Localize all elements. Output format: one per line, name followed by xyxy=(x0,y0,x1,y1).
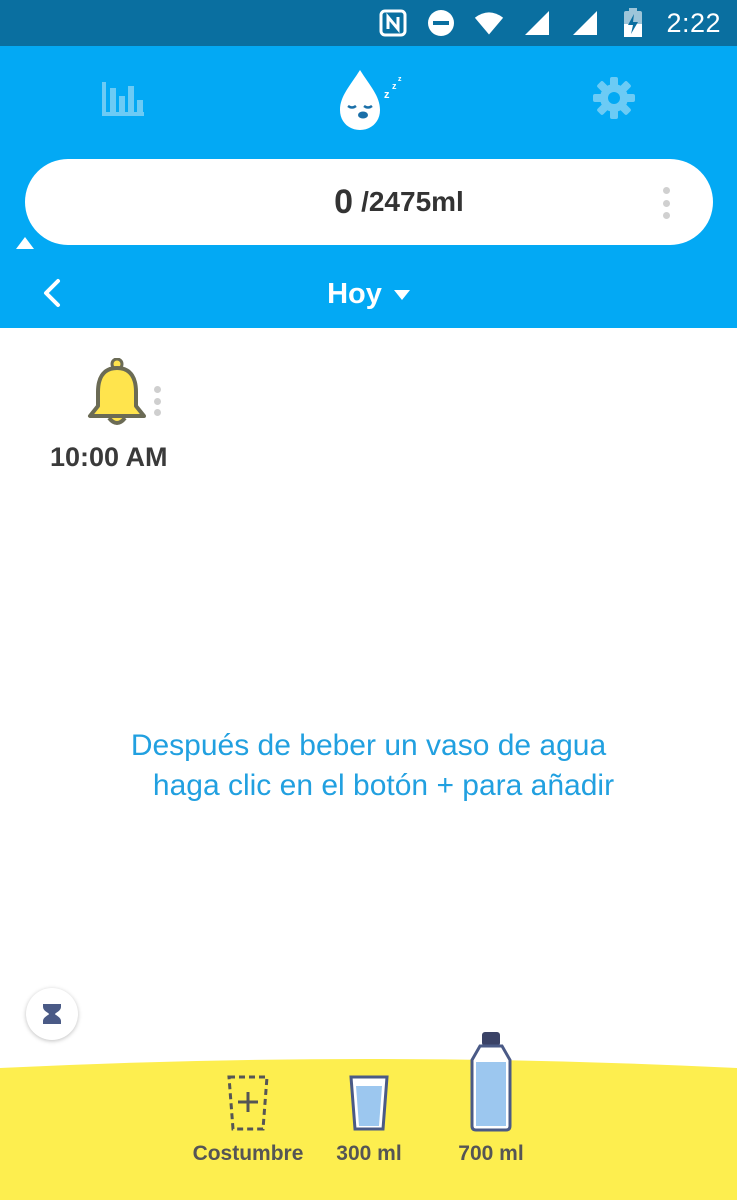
signal-icon xyxy=(570,8,600,38)
svg-text:z: z xyxy=(392,81,397,91)
custom-cup-icon xyxy=(227,1075,269,1131)
intake-current: 0 xyxy=(334,182,354,221)
cup-700ml-button[interactable]: 700 ml xyxy=(448,1030,534,1166)
caret-down-icon xyxy=(393,290,410,300)
wifi-icon xyxy=(474,8,504,38)
battery-charging-icon xyxy=(618,8,648,38)
do-not-disturb-icon xyxy=(426,8,456,38)
glass-icon xyxy=(349,1075,389,1131)
hint-line-2: haga clic en el botón + para añadir xyxy=(152,769,615,802)
hourglass-icon xyxy=(43,1004,61,1024)
reminder-more-icon[interactable] xyxy=(152,386,162,416)
svg-text:z: z xyxy=(398,76,402,83)
cup-custom-button[interactable]: Costumbre xyxy=(186,1074,310,1166)
hourglass-button[interactable] xyxy=(26,988,78,1040)
header: z z z 0 /2475ml Hoy xyxy=(0,46,737,328)
reminder-item[interactable]: 10:00 AM xyxy=(50,357,210,478)
nfc-icon xyxy=(378,8,408,38)
date-selector[interactable]: Hoy xyxy=(0,274,737,314)
intake-progress-bar[interactable]: 0 /2475ml xyxy=(25,159,713,245)
bar-chart-icon[interactable] xyxy=(100,78,146,118)
signal-icon xyxy=(522,8,552,38)
add-drink-hint: Después de beber un vaso de agua haga cl… xyxy=(0,726,737,806)
bell-icon xyxy=(86,357,148,428)
intake-target: /2475ml xyxy=(361,186,464,217)
more-options-icon[interactable] xyxy=(661,187,671,219)
status-bar: 2:22 xyxy=(0,0,737,46)
hint-line-1: Después de beber un vaso de agua xyxy=(130,729,607,762)
reminder-time: 10:00 AM xyxy=(50,442,168,472)
cup-300ml-button[interactable]: 300 ml xyxy=(326,1074,412,1166)
clock: 2:22 xyxy=(666,7,721,38)
cup-700ml-label: 700 ml xyxy=(458,1142,524,1165)
svg-text:z: z xyxy=(384,89,390,101)
gear-icon[interactable] xyxy=(590,74,638,122)
intake-progress-text: 0 /2475ml xyxy=(25,159,713,245)
cup-custom-label: Costumbre xyxy=(192,1142,304,1165)
sleeping-water-drop-icon[interactable]: z z z xyxy=(336,68,410,132)
date-label: Hoy xyxy=(327,277,382,310)
triangle-up-icon xyxy=(15,236,35,255)
cup-300ml-label: 300 ml xyxy=(336,1142,402,1165)
bottle-icon xyxy=(470,1032,512,1132)
